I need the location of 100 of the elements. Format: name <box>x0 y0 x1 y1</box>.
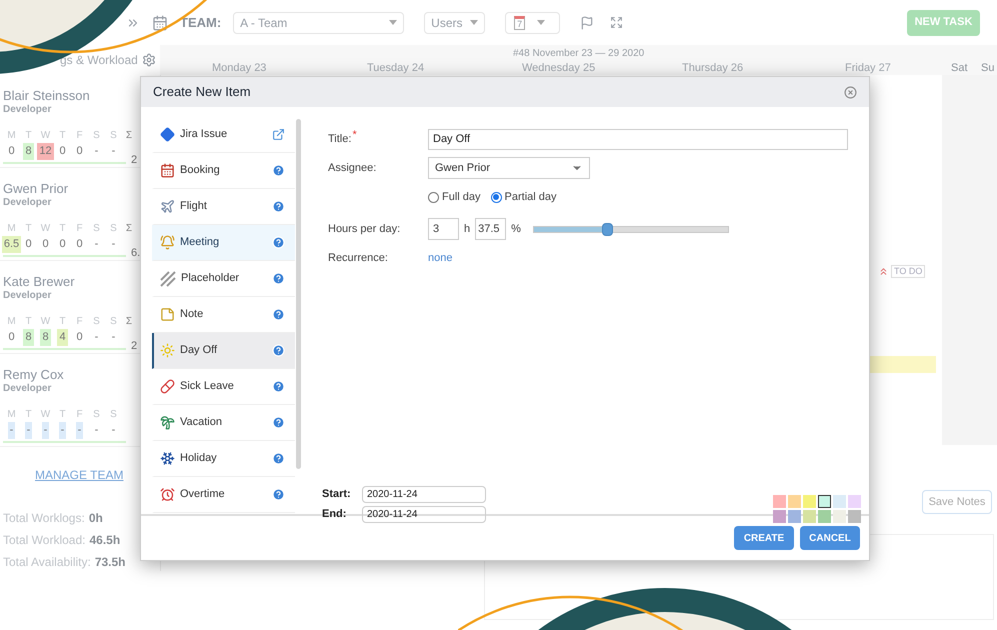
color-swatch[interactable] <box>788 495 801 508</box>
sum-label: Σ <box>124 315 134 329</box>
user-role: Developer <box>3 383 52 395</box>
total-value: 0h <box>88 510 103 527</box>
item-type-option[interactable]: Vacation <box>152 405 295 441</box>
color-swatch[interactable] <box>803 510 816 523</box>
alarm-clock-icon <box>160 487 175 502</box>
help-icon[interactable] <box>272 380 285 393</box>
weekday-label: F <box>75 129 84 143</box>
help-icon[interactable] <box>272 272 285 285</box>
hours-input[interactable]: 3 <box>428 218 459 240</box>
start-date-input[interactable]: 2020-11-24 <box>362 486 486 503</box>
day-hours: - <box>110 423 116 438</box>
day-hours: 0 <box>41 237 50 252</box>
item-type-option[interactable]: Meeting <box>152 225 295 261</box>
help-icon[interactable] <box>272 200 285 213</box>
dialog-title: Create New Item <box>153 83 251 102</box>
day-hours: - <box>94 237 100 252</box>
color-swatch[interactable] <box>848 510 861 523</box>
weekday-label: S <box>109 315 118 329</box>
item-type-option[interactable]: Sick Leave <box>152 369 295 405</box>
day-hours: - <box>8 422 16 438</box>
caret-icon <box>470 20 478 25</box>
item-type-option[interactable]: Day Off <box>152 333 295 369</box>
calendar-icon[interactable] <box>152 14 168 30</box>
weekday-label: M <box>6 315 17 329</box>
recurrence-label: Recurrence: <box>328 250 389 266</box>
total-value: 73.5h <box>94 554 126 571</box>
team-label: TEAM: <box>180 14 222 32</box>
recurrence-link[interactable]: none <box>428 250 452 266</box>
user-role: Developer <box>3 104 52 116</box>
close-icon[interactable] <box>844 86 857 98</box>
item-type-option[interactable]: Overtime <box>152 477 295 513</box>
user-name: Kate Brewer <box>3 274 76 290</box>
color-swatch[interactable] <box>818 495 831 508</box>
flag-icon[interactable] <box>580 16 594 30</box>
help-icon[interactable] <box>272 344 285 357</box>
weekday-label: M <box>6 408 17 422</box>
weekday-label: F <box>75 408 84 422</box>
help-icon[interactable] <box>272 236 285 249</box>
slider-thumb[interactable] <box>602 222 613 236</box>
item-type-option[interactable]: Placeholder <box>152 261 295 297</box>
section-title: gs & Workload <box>60 52 138 69</box>
help-icon[interactable] <box>272 164 285 177</box>
weekday-label: S <box>92 222 101 236</box>
total-label: Total Workload: <box>3 532 86 549</box>
weekday-label: F <box>75 222 84 236</box>
end-date-input[interactable]: 2020-11-24 <box>362 506 486 523</box>
item-type-option[interactable]: Holiday <box>152 441 295 477</box>
weekday-label: M <box>6 222 17 236</box>
sum-label: Σ <box>124 222 134 236</box>
color-swatch[interactable] <box>833 510 846 523</box>
weekday-label: S <box>92 315 101 329</box>
list-scrollbar[interactable] <box>296 119 301 469</box>
day-radio[interactable]: Full day <box>428 188 481 206</box>
day-hours: - <box>94 423 100 438</box>
day-radio[interactable]: Partial day <box>490 188 557 206</box>
day-hours: 0 <box>58 237 67 252</box>
day-hours: 8 <box>40 329 51 346</box>
day-header: Friday 27 <box>845 61 892 76</box>
percent-input[interactable]: 37.5 <box>475 218 506 240</box>
color-swatch[interactable] <box>818 510 831 523</box>
weekday-label: F <box>75 315 84 329</box>
help-icon[interactable] <box>272 488 285 501</box>
user-name: Remy Cox <box>3 367 65 383</box>
day-hours: 8 <box>23 143 34 160</box>
stripes-icon <box>160 270 176 286</box>
calendar-icon <box>160 163 175 178</box>
total-label: Total Availability: <box>3 554 91 571</box>
day-hours: 12 <box>37 143 54 160</box>
help-icon[interactable] <box>272 308 285 321</box>
end-label: End: <box>322 507 348 522</box>
color-swatch[interactable] <box>833 495 846 508</box>
assignee-select[interactable]: Gwen Prior <box>428 157 590 179</box>
expand-icon[interactable] <box>610 16 624 29</box>
color-swatch[interactable] <box>848 495 861 508</box>
day-hours: 0 <box>24 237 33 252</box>
help-icon[interactable] <box>272 452 285 465</box>
plane-icon <box>160 199 175 214</box>
weekday-label: T <box>24 408 33 422</box>
color-swatch[interactable] <box>788 510 801 523</box>
day-hours: 4 <box>57 329 68 346</box>
external-link-icon[interactable] <box>272 128 285 141</box>
day-hours: - <box>42 422 50 438</box>
day-hours: - <box>110 330 116 345</box>
weekday-label: T <box>24 315 33 329</box>
day-hours: - <box>76 422 84 438</box>
help-icon[interactable] <box>272 416 285 429</box>
color-swatch[interactable] <box>773 510 786 523</box>
item-type-option[interactable]: Booking <box>152 153 295 189</box>
day-hours: 8 <box>23 329 34 346</box>
title-input[interactable]: Day Off <box>428 128 848 150</box>
color-swatch[interactable] <box>773 495 786 508</box>
caret-icon <box>389 20 398 25</box>
color-swatch[interactable] <box>803 495 816 508</box>
item-type-option[interactable]: Jira Issue <box>152 117 295 153</box>
weekday-label: S <box>92 129 101 143</box>
percent-unit: % <box>511 222 521 237</box>
assignee-label: Assignee: <box>328 160 378 176</box>
settings-icon[interactable] <box>142 53 156 67</box>
